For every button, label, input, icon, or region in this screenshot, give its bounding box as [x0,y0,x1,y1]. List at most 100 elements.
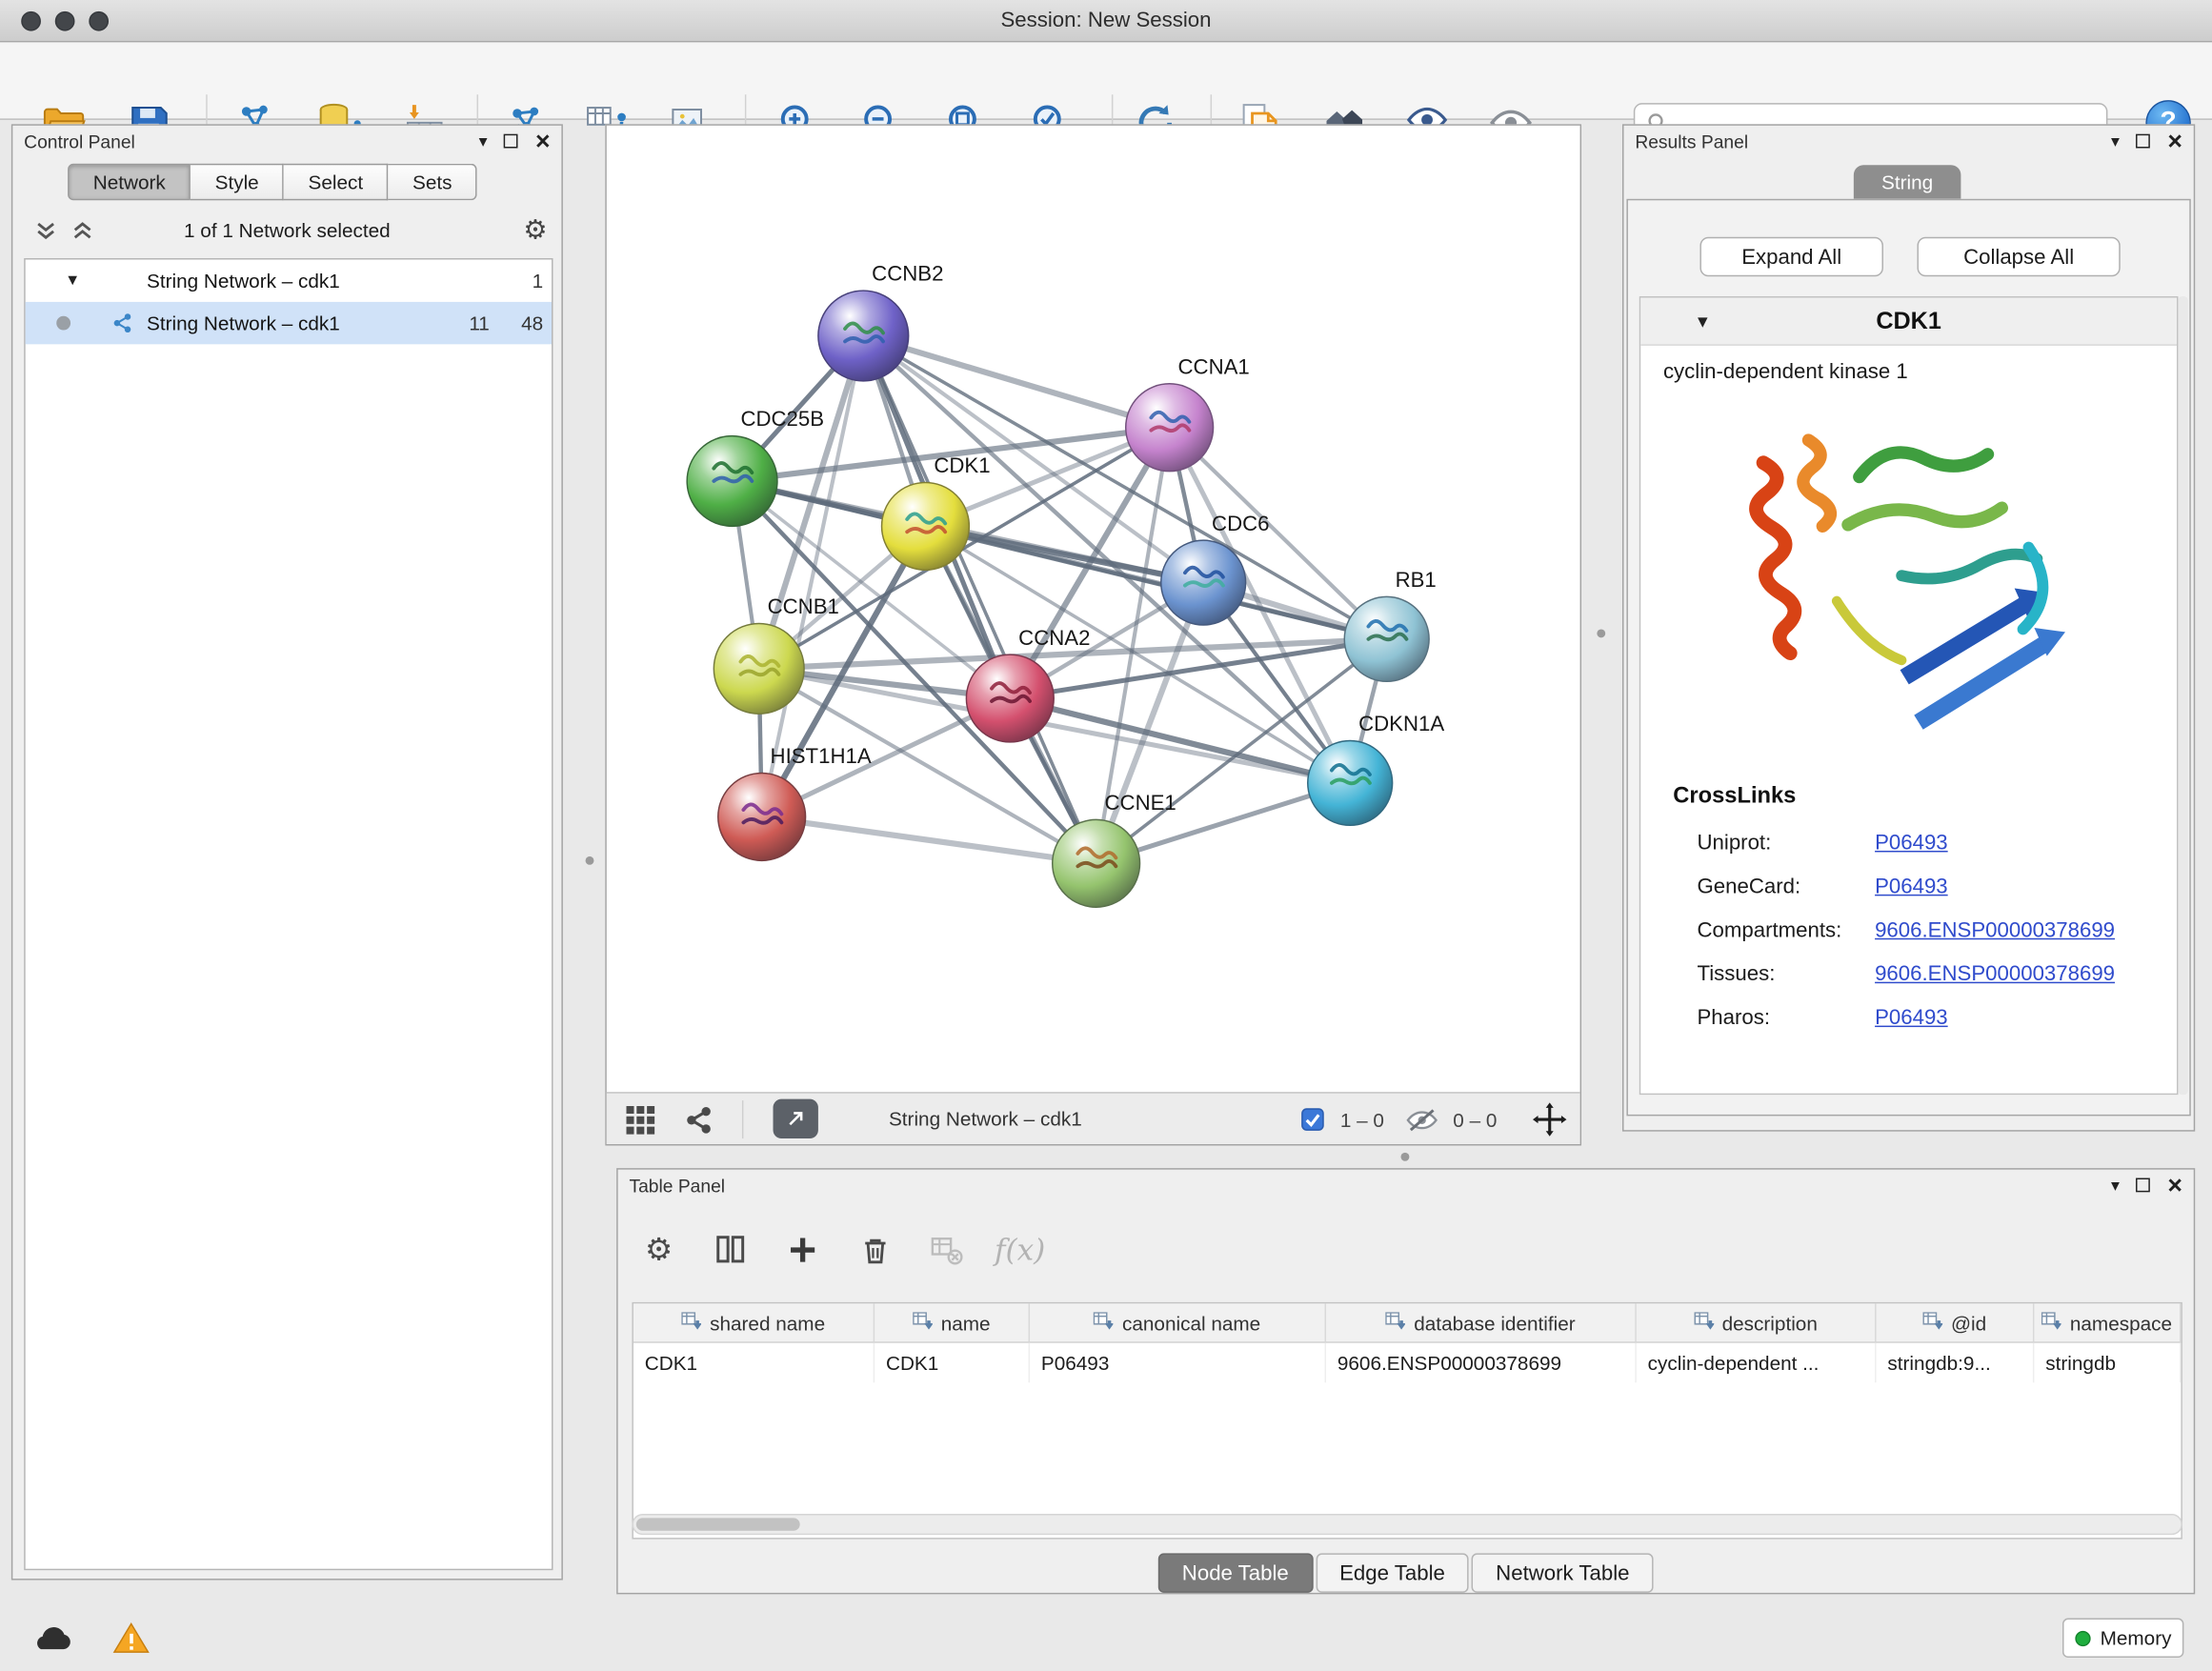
main-toolbar: ? [0,42,2212,119]
column-sort-icon [1094,1311,1114,1334]
tab-network[interactable]: Network [68,164,191,201]
table-panel: Table Panel ▾ × ⚙ f(x) [616,1168,2195,1594]
network-row[interactable]: String Network – cdk1 11 48 [26,302,552,344]
selected-checkbox[interactable] [1300,1094,1324,1146]
close-panel-icon[interactable]: × [2167,129,2182,154]
gear-icon[interactable]: ⚙ [523,214,547,246]
results-scrollbar[interactable] [2178,296,2187,1095]
table-cell[interactable]: 9606.ENSP00000378699 [1326,1343,1637,1382]
network-edge[interactable] [863,335,1096,863]
birdseye-grid-icon[interactable] [624,1094,658,1146]
node-count: 11 [447,312,489,334]
pan-move-icon[interactable] [1532,1094,1567,1146]
network-node-cdc25b[interactable]: CDC25B [687,407,824,526]
scrollbar-thumb[interactable] [636,1518,800,1530]
protein-name: CDK1 [1876,307,1941,335]
crosslink-label: Tissues: [1697,962,1875,986]
table-cell[interactable]: P06493 [1030,1343,1326,1382]
collapse-panel-icon[interactable]: ▾ [2111,132,2120,150]
float-panel-icon[interactable] [504,134,518,149]
network-node-cdkn1a[interactable]: CDKN1A [1308,712,1445,825]
crosslink-value-link[interactable]: 9606.ENSP00000378699 [1875,962,2115,986]
network-name: String Network – cdk1 [147,312,340,334]
column-header-namespace[interactable]: namespace [2034,1303,2181,1341]
tab-style[interactable]: Style [191,164,284,201]
network-node-ccnb1[interactable]: CCNB1 [714,594,839,714]
table-cell[interactable]: stringdb [2034,1343,2181,1382]
crosslink-value-link[interactable]: P06493 [1875,1006,1948,1030]
node-label: CDKN1A [1358,712,1444,735]
collapse-panel-icon[interactable]: ▾ [2111,1177,2120,1194]
network-node-rb1[interactable]: RB1 [1344,568,1437,681]
close-panel-icon[interactable]: × [2167,1173,2182,1198]
network-edge[interactable] [762,816,1096,863]
crosslink-row: Pharos:P06493 [1697,996,2176,1039]
collapse-panel-icon[interactable]: ▾ [479,132,488,150]
memory-button[interactable]: Memory [2062,1619,2183,1658]
protein-section-header[interactable]: ▼ CDK1 [1640,297,2177,345]
table-cell[interactable]: cyclin-dependent ... [1637,1343,1877,1382]
expand-all-button[interactable]: Expand All [1699,237,1883,276]
collapse-all-button[interactable]: Collapse All [1917,237,2120,276]
table-row[interactable]: CDK1CDK1P064939606.ENSP00000378699cyclin… [633,1343,2182,1382]
vertical-splitter-handle[interactable] [586,856,594,865]
collection-count: 1 [501,270,543,292]
float-panel-icon[interactable] [2137,1178,2151,1193]
table-cell[interactable]: CDK1 [875,1343,1030,1382]
node-label: CCNE1 [1105,791,1176,815]
disclosure-triangle-icon[interactable]: ▼ [65,272,80,290]
network-canvas[interactable]: CCNB2CCNA1CDC25BCDK1CDC6RB1CCNB1CCNA2CDK… [607,126,1580,1092]
warnings-button[interactable] [105,1617,158,1659]
network-node-ccnb2[interactable]: CCNB2 [818,262,944,381]
network-icon [111,312,134,338]
table-cell[interactable]: stringdb:9... [1877,1343,2035,1382]
network-collection-row[interactable]: ▼ String Network – cdk1 1 [26,259,552,301]
column-header-shared-name[interactable]: shared name [633,1303,875,1341]
crosslink-label: Pharos: [1697,1006,1875,1030]
table-gear-icon[interactable]: ⚙ [632,1223,685,1277]
string-results-box: Expand All Collapse All ▼ CDK1 cyclin-de… [1626,199,2190,1117]
close-panel-icon[interactable]: × [535,129,551,154]
tab-network-table[interactable]: Network Table [1472,1553,1654,1592]
column-header-id[interactable]: @id [1877,1303,2035,1341]
tab-string[interactable]: String [1854,165,1961,199]
warning-icon [112,1621,150,1656]
network-node-cdk1[interactable]: CDK1 [882,453,991,570]
column-header-database-identifier[interactable]: database identifier [1326,1303,1637,1341]
float-panel-icon[interactable] [2137,134,2151,149]
vertical-splitter-handle[interactable] [1597,629,1605,637]
node-label: CDK1 [934,453,990,477]
show-columns-icon[interactable] [704,1223,757,1277]
table-cell[interactable]: CDK1 [633,1343,875,1382]
table-horizontal-scrollbar[interactable] [632,1514,2182,1535]
column-header-canonical-name[interactable]: canonical name [1030,1303,1326,1341]
hidden-counts: 0 – 0 [1453,1094,1497,1146]
current-network-name: String Network – cdk1 [889,1094,1082,1146]
delete-column-icon[interactable] [848,1223,901,1277]
open-in-new-window-button[interactable] [774,1099,818,1138]
tab-sets[interactable]: Sets [389,164,477,201]
hidden-eye-icon[interactable] [1405,1094,1439,1146]
tab-select[interactable]: Select [284,164,388,201]
network-node-hist1h1a[interactable]: HIST1H1A [718,744,872,860]
column-sort-icon [681,1311,701,1334]
network-share-icon[interactable] [683,1094,714,1146]
tab-node-table[interactable]: Node Table [1158,1553,1313,1592]
column-header-description[interactable]: description [1637,1303,1877,1341]
network-edge[interactable] [863,335,1169,427]
crosslink-value-link[interactable]: P06493 [1875,875,1948,898]
node-label: CCNA2 [1018,626,1090,650]
tab-edge-table[interactable]: Edge Table [1316,1553,1469,1592]
network-node-ccna1[interactable]: CCNA1 [1126,354,1250,471]
horizontal-splitter-handle[interactable] [1401,1153,1410,1161]
cloud-status-button[interactable] [26,1617,79,1659]
cloud-icon [32,1622,71,1654]
crosslink-value-link[interactable]: P06493 [1875,831,1948,855]
network-edge[interactable] [925,526,1386,638]
network-selection-status: 1 of 1 Network selected [12,219,561,242]
control-panel: Control Panel ▾ × NetworkStyleSelectSets… [11,124,563,1580]
add-column-icon[interactable] [775,1223,829,1277]
column-header-name[interactable]: name [875,1303,1030,1341]
crosslink-value-link[interactable]: 9606.ENSP00000378699 [1875,918,2115,942]
disclosure-triangle-icon[interactable]: ▼ [1695,312,1712,332]
